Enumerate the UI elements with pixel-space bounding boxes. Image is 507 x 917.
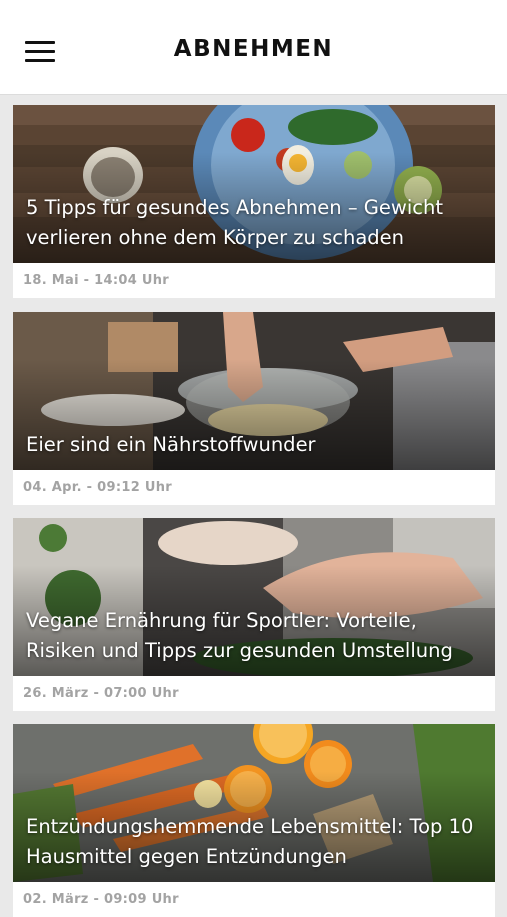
- article-image: Entzündungshemmende Lebensmittel: Top 10…: [13, 724, 495, 882]
- article-headline: Entzündungshemmende Lebensmittel: Top 10…: [26, 815, 474, 868]
- article-headline: Vegane Ernährung für Sportler: Vorteile,…: [26, 609, 453, 662]
- article-date: 04. Apr. - 09:12 Uhr: [23, 480, 172, 495]
- article-card[interactable]: Vegane Ernährung für Sportler: Vorteile,…: [13, 518, 495, 711]
- article-card[interactable]: 5 Tipps für gesundes Abnehmen – Gewicht …: [13, 105, 495, 298]
- article-date: 18. Mai - 14:04 Uhr: [23, 273, 169, 288]
- page-title: ABNEHMEN: [173, 36, 334, 62]
- app-header: ABNEHMEN: [0, 0, 507, 95]
- article-headline: Eier sind ein Nährstoffwunder: [26, 433, 316, 456]
- article-image: Eier sind ein Nährstoffwunder: [13, 312, 495, 470]
- article-image: 5 Tipps für gesundes Abnehmen – Gewicht …: [13, 105, 495, 263]
- article-image: Vegane Ernährung für Sportler: Vorteile,…: [13, 518, 495, 676]
- article-card[interactable]: Eier sind ein Nährstoffwunder 04. Apr. -…: [13, 312, 495, 505]
- article-headline: 5 Tipps für gesundes Abnehmen – Gewicht …: [26, 196, 444, 249]
- article-date: 26. März - 07:00 Uhr: [23, 686, 179, 701]
- article-card[interactable]: Entzündungshemmende Lebensmittel: Top 10…: [13, 724, 495, 917]
